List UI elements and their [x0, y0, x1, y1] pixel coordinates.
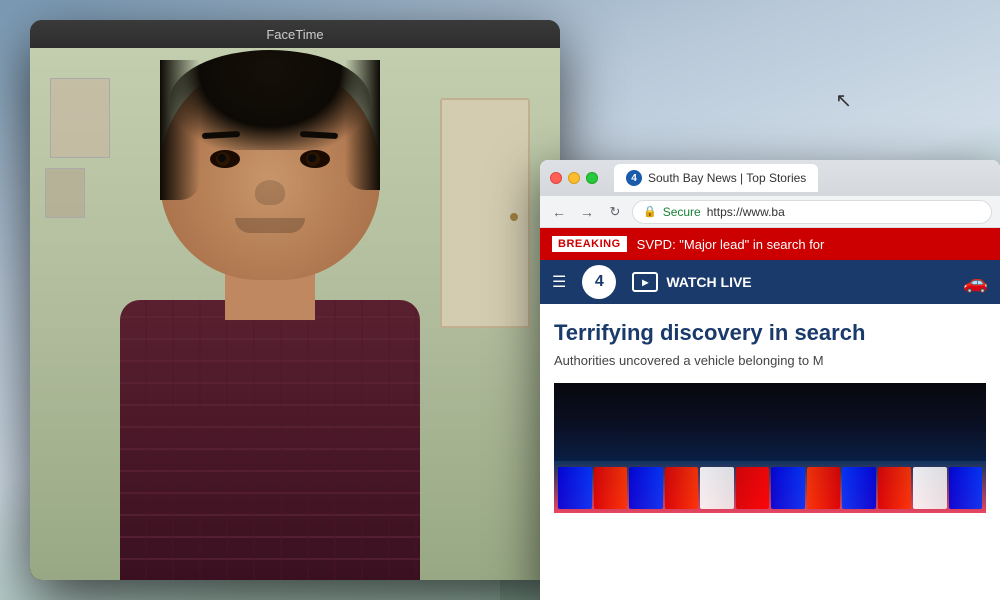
address-field[interactable]: 🔒 Secure https://www.ba — [632, 200, 992, 224]
channel-4-logo[interactable]: 4 — [582, 265, 616, 299]
hamburger-menu-icon[interactable]: ☰ — [552, 272, 566, 292]
person-right-eye — [300, 150, 330, 168]
breaking-text: SVPD: "Major lead" in search for — [637, 237, 825, 252]
browser-tab[interactable]: 4 South Bay News | Top Stories — [614, 164, 818, 192]
article-image — [554, 383, 986, 513]
mouse-cursor: ↖ — [835, 88, 852, 113]
image-dark-overlay — [554, 383, 986, 461]
breaking-label: BREAKING — [552, 236, 627, 252]
door-knob — [510, 213, 518, 221]
person-nose — [255, 180, 285, 205]
facetime-window: FaceTime — [30, 20, 560, 580]
back-button[interactable]: ← — [548, 201, 570, 223]
article-subtitle: Authorities uncovered a vehicle belongin… — [554, 352, 986, 370]
wall-item — [45, 168, 85, 218]
close-button[interactable] — [550, 172, 562, 184]
facetime-title: FaceTime — [266, 27, 323, 42]
reload-button[interactable]: ↻ — [604, 201, 626, 223]
police-lights — [554, 463, 986, 513]
tab-title: South Bay News | Top Stories — [648, 171, 806, 185]
browser-window: 4 South Bay News | Top Stories ← → ↻ 🔒 S… — [540, 160, 1000, 600]
url-text: https://www.ba — [707, 205, 785, 219]
browser-addressbar: ← → ↻ 🔒 Secure https://www.ba — [540, 196, 1000, 228]
secure-label: Secure — [663, 205, 701, 219]
car-icon: 🚗 — [963, 270, 988, 295]
minimize-button[interactable] — [568, 172, 580, 184]
breaking-news-bar: BREAKING SVPD: "Major lead" in search fo… — [540, 228, 1000, 260]
person-hair-top — [170, 50, 370, 150]
play-triangle: ▶ — [642, 278, 648, 287]
traffic-lights — [550, 172, 598, 184]
facetime-video — [30, 48, 560, 580]
person-hair-left — [160, 60, 200, 200]
maximize-button[interactable] — [586, 172, 598, 184]
watch-live-label: WATCH LIVE — [666, 274, 751, 290]
play-icon: ▶ — [632, 272, 658, 292]
article-headline[interactable]: Terrifying discovery in search — [554, 320, 986, 346]
tab-favicon: 4 — [626, 170, 642, 186]
person-shirt — [120, 300, 420, 580]
article-area: Terrifying discovery in search Authoriti… — [540, 304, 1000, 529]
person-figure — [80, 80, 460, 580]
forward-button[interactable]: → — [576, 201, 598, 223]
person-mouth — [235, 218, 305, 233]
news-navbar: ☰ 4 ▶ WATCH LIVE 🚗 — [540, 260, 1000, 304]
browser-titlebar: 4 South Bay News | Top Stories — [540, 160, 1000, 196]
watch-live-button[interactable]: ▶ WATCH LIVE — [632, 272, 751, 292]
person-hair-right — [345, 60, 380, 190]
facetime-titlebar: FaceTime — [30, 20, 560, 48]
person-head — [160, 60, 380, 280]
secure-icon: 🔒 — [643, 205, 657, 218]
person-left-eye — [210, 150, 240, 168]
